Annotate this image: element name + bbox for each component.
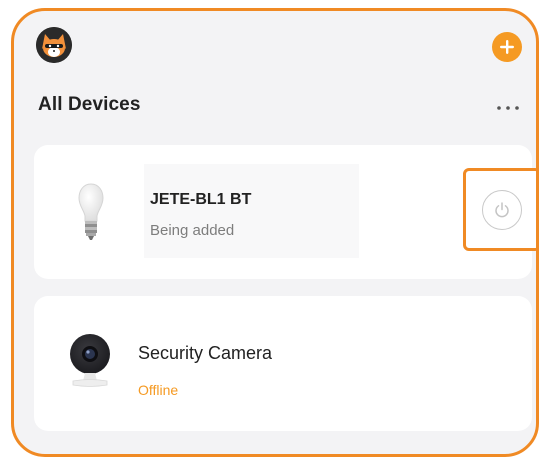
security-camera-icon [65, 331, 115, 391]
device-name: Security Camera [138, 343, 273, 363]
power-button[interactable] [463, 168, 536, 251]
power-icon [482, 189, 522, 230]
device-status: Offline [138, 382, 179, 398]
devices-panel: All Devices JETE-BL1 BT Being added Secu… [11, 8, 539, 457]
device-name: JETE-BL1 BT [150, 191, 252, 208]
plus-icon [500, 40, 514, 54]
add-device-button[interactable] [492, 32, 522, 62]
more-options-button[interactable] [494, 99, 522, 117]
device-info-box [144, 164, 359, 258]
section-title: All Devices [38, 94, 141, 115]
more-horizontal-icon [497, 106, 519, 110]
device-card-camera[interactable]: Security Camera Offline [34, 296, 532, 431]
device-status: Being added [150, 222, 235, 239]
device-card-bulb[interactable]: JETE-BL1 BT Being added [34, 145, 536, 279]
light-bulb-icon [78, 183, 104, 245]
fox-avatar-icon[interactable] [36, 27, 72, 63]
